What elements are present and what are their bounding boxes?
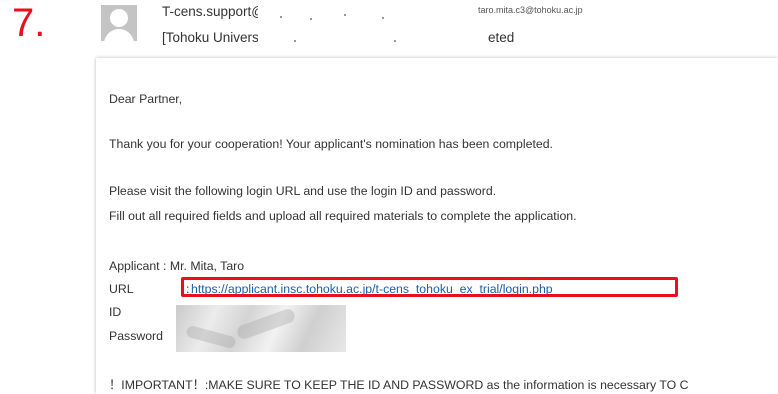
thanks-message: Thank you for your cooperation! Your app… <box>109 137 553 151</box>
blur-streak <box>235 307 297 341</box>
redaction-speck <box>310 18 312 20</box>
instruction-line-1: Please visit the following login URL and… <box>109 184 497 198</box>
url-label: URL <box>109 282 134 296</box>
recipient-address: taro.mita.c3@tohoku.ac.jp <box>478 5 583 15</box>
avatar-shoulders <box>104 29 134 41</box>
credentials-blur <box>176 305 346 352</box>
greeting: Dear Partner, <box>109 92 183 106</box>
id-label: ID <box>109 305 122 319</box>
step-number: 7. <box>12 1 46 45</box>
password-label: Password <box>109 329 163 343</box>
instruction-line-2: Fill out all required fields and upload … <box>109 209 577 223</box>
avatar-head <box>110 9 128 27</box>
redaction-speck <box>344 14 346 16</box>
blur-streak <box>185 324 237 350</box>
subject-end: eted <box>488 30 515 45</box>
url-highlight-box <box>181 277 678 297</box>
sender-avatar-icon <box>101 5 137 41</box>
important-notice: ！IMPORTANT！:MAKE SURE TO KEEP THE ID AND… <box>109 378 689 392</box>
redaction-speck <box>294 40 296 42</box>
redaction-speck <box>280 16 282 18</box>
applicant-line: Applicant : Mr. Mita, Taro <box>109 259 245 273</box>
redaction-speck <box>382 17 384 19</box>
redaction-speck <box>394 40 396 42</box>
header-redaction <box>258 2 468 46</box>
